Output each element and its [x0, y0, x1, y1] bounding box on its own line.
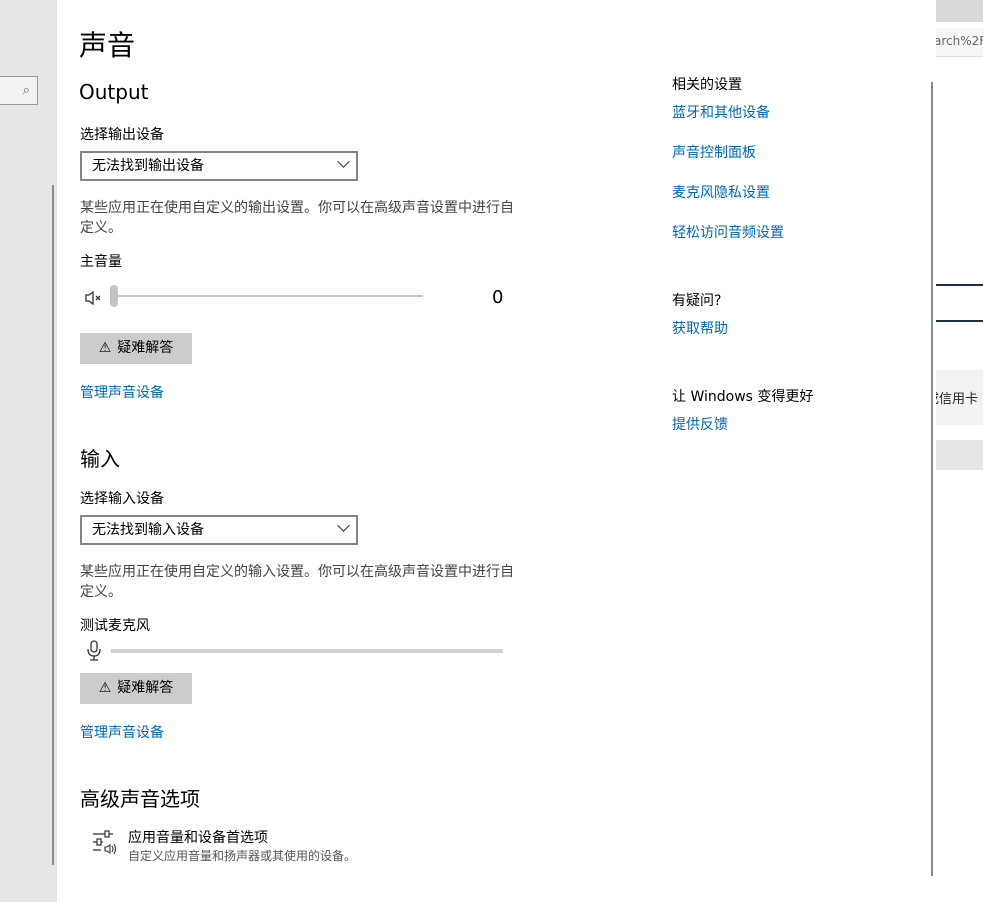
output-troubleshoot-label: 疑难解答: [117, 340, 174, 356]
app-volume-desc: 自定义应用音量和扬声器或其使用的设备。: [128, 849, 357, 863]
speaker-muted-icon[interactable]: [84, 288, 104, 308]
browser-divider: [936, 284, 983, 286]
browser-divider: [936, 320, 983, 322]
input-troubleshoot-label: 疑难解答: [117, 680, 174, 696]
related-settings-heading: 相关的设置: [672, 77, 742, 93]
related-link-bluetooth[interactable]: 蓝牙和其他设备: [672, 102, 770, 122]
browser-bar: [936, 440, 983, 470]
browser-tab[interactable]: [936, 0, 983, 22]
output-note: 某些应用正在使用自定义的输出设置。你可以在高级声音设置中进行自定义。: [80, 200, 514, 236]
browser-address-bar[interactable]: arch%2Fs: [936, 28, 983, 57]
output-heading: Output: [79, 80, 149, 104]
warning-icon: ⚠: [98, 340, 112, 356]
output-manage-devices-link[interactable]: 管理声音设备: [80, 382, 164, 402]
give-feedback-link[interactable]: 提供反馈: [672, 414, 728, 434]
related-link-microphone-privacy[interactable]: 麦克风隐私设置: [672, 182, 770, 202]
output-device-dropdown[interactable]: 无法找到输出设备: [80, 151, 358, 181]
related-link-ease-of-access-audio[interactable]: 轻松访问音频设置: [672, 222, 784, 242]
input-device-value: 无法找到输入设备: [92, 522, 204, 538]
get-help-link[interactable]: 获取帮助: [672, 318, 728, 338]
test-microphone-label: 测试麦克风: [80, 618, 150, 634]
master-volume-value: 0: [492, 287, 504, 308]
advanced-heading: 高级声音选项: [80, 787, 200, 811]
chevron-down-icon: [337, 155, 350, 168]
magnifier-icon: ⌕: [22, 83, 30, 98]
background-browser-window: arch%2Fs 或信用卡: [926, 0, 983, 902]
improve-windows-heading: 让 Windows 变得更好: [672, 389, 814, 405]
browser-address-text: arch%2Fs: [936, 34, 983, 48]
input-device-dropdown[interactable]: 无法找到输入设备: [80, 515, 358, 545]
app-volume-title: 应用音量和设备首选项: [128, 830, 268, 846]
output-troubleshoot-button[interactable]: ⚠ 疑难解答: [80, 333, 192, 364]
sound-settings-panel: 声音 Output 选择输出设备 无法找到输出设备 某些应用正在使用自定义的输出…: [57, 0, 936, 902]
master-volume-label: 主音量: [80, 254, 122, 270]
output-device-value: 无法找到输出设备: [92, 158, 204, 174]
input-manage-devices-link[interactable]: 管理声音设备: [80, 722, 164, 742]
background-scrollbar[interactable]: [52, 185, 54, 865]
help-heading: 有疑问?: [672, 293, 722, 309]
panel-scrollbar[interactable]: [931, 82, 933, 876]
microphone-icon: [86, 640, 102, 662]
microphone-level-bar: [111, 649, 503, 653]
related-link-sound-control-panel[interactable]: 声音控制面板: [672, 142, 756, 162]
input-device-label: 选择输入设备: [80, 491, 164, 507]
browser-card[interactable]: 或信用卡: [926, 370, 983, 425]
background-search-box[interactable]: ⌕: [0, 76, 38, 105]
page-title: 声音: [79, 29, 136, 62]
master-volume-track[interactable]: [113, 295, 423, 297]
mixer-sliders-icon: [91, 828, 119, 856]
background-left-window: ⌕: [0, 0, 57, 902]
warning-icon: ⚠: [98, 680, 112, 696]
input-heading: 输入: [80, 447, 120, 471]
input-troubleshoot-button[interactable]: ⚠ 疑难解答: [80, 673, 192, 704]
input-note: 某些应用正在使用自定义的输入设置。你可以在高级声音设置中进行自定义。: [80, 564, 514, 600]
app-volume-preferences-item[interactable]: 应用音量和设备首选项 自定义应用音量和扬声器或其使用的设备。: [79, 818, 539, 868]
master-volume-thumb[interactable]: [110, 285, 118, 307]
chevron-down-icon: [337, 519, 350, 532]
output-device-label: 选择输出设备: [80, 127, 164, 143]
